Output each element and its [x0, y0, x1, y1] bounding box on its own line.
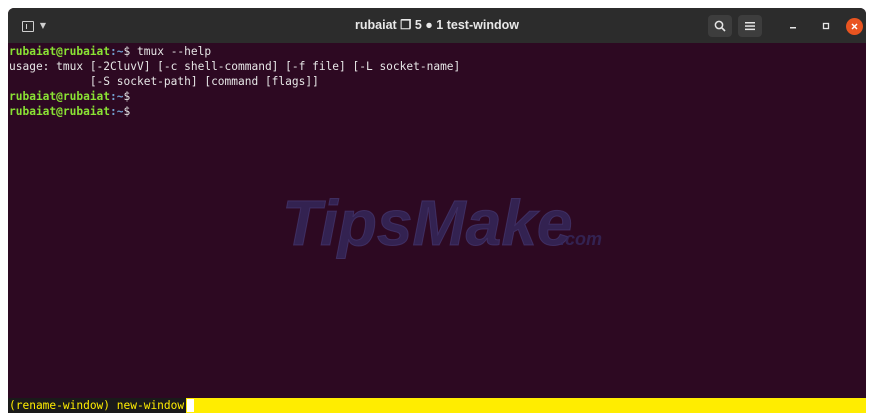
minimize-button[interactable]: [781, 15, 805, 37]
watermark-suffix: .com: [560, 229, 602, 249]
search-icon: [714, 20, 726, 32]
terminal-line: usage: tmux [-2CluvV] [-c shell-command]…: [9, 60, 461, 73]
close-icon: [851, 23, 858, 30]
prompt-sign: $: [123, 105, 131, 118]
prompt-user: rubaiat@rubaiat: [9, 90, 111, 103]
text-cursor: [187, 399, 194, 412]
prompt-sign: $: [123, 90, 131, 103]
maximize-button[interactable]: [814, 15, 838, 37]
tmux-status-bar[interactable]: (rename-window) new-window: [8, 398, 866, 413]
prompt-path: :~: [110, 45, 124, 58]
terminal-output[interactable]: rubaiat@rubaiat:~$ tmux --help usage: tm…: [8, 43, 866, 398]
menu-button[interactable]: [738, 15, 762, 37]
maximize-icon: [822, 22, 830, 30]
watermark-brand: TipsMake: [282, 187, 573, 259]
prompt-path: :~: [110, 105, 124, 118]
terminal-line: rubaiat@rubaiat:~$: [9, 90, 130, 104]
prompt-user: rubaiat@rubaiat: [9, 105, 111, 118]
terminal-line: [-S socket-path] [command [flags]]: [9, 75, 319, 88]
minimize-icon: [790, 27, 796, 29]
title-bar[interactable]: ▼ rubaiat ❐ 5 ● 1 test-window: [8, 8, 866, 43]
hamburger-menu-icon: [745, 22, 755, 31]
terminal-line: rubaiat@rubaiat:~$ tmux --help: [9, 45, 211, 59]
search-button[interactable]: [708, 15, 732, 37]
terminal-window: ▼ rubaiat ❐ 5 ● 1 test-window rubaiat@ru…: [8, 8, 866, 413]
command-prompt-input[interactable]: (rename-window) new-window: [8, 398, 187, 413]
command-text: tmux --help: [130, 45, 212, 58]
terminal-line: rubaiat@rubaiat:~$: [9, 105, 130, 119]
close-button[interactable]: [846, 18, 863, 35]
prompt-path: :~: [110, 90, 124, 103]
watermark-logo: TipsMake .com: [282, 187, 603, 260]
prompt-user: rubaiat@rubaiat: [9, 45, 111, 58]
